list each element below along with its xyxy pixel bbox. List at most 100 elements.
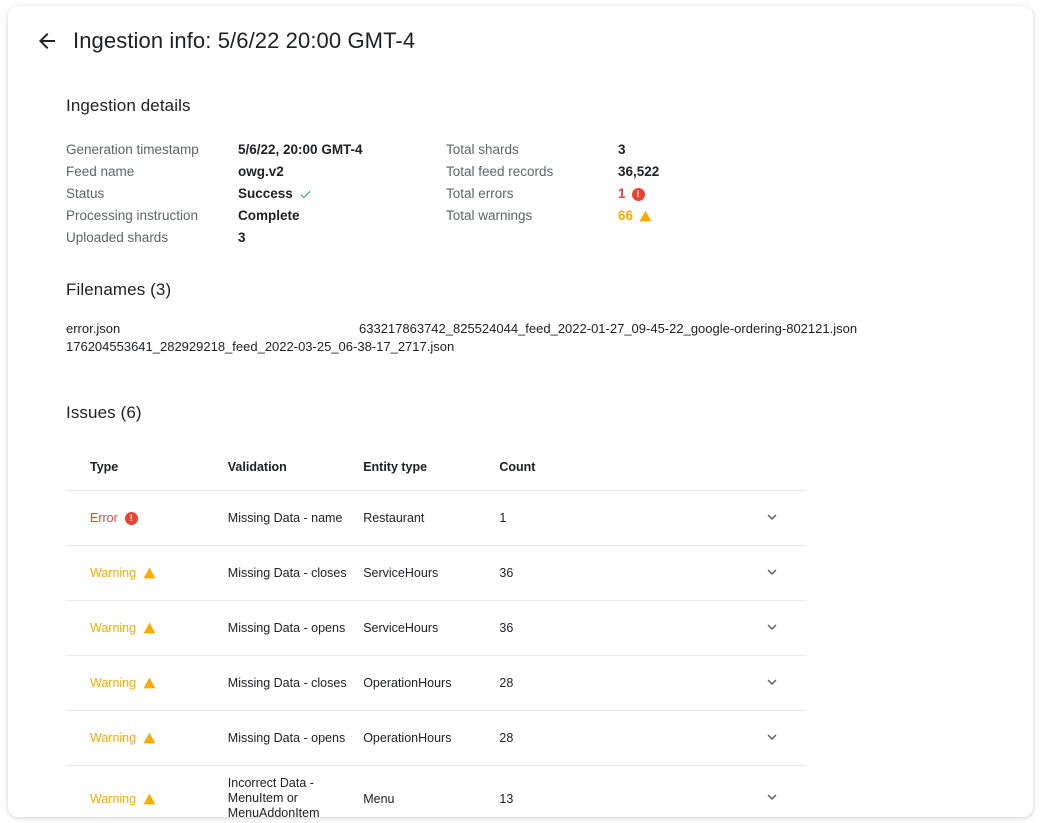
entity-type-cell: Restaurant — [363, 490, 500, 546]
entity-type-cell: ServiceHours — [363, 545, 500, 601]
chevron-down-icon — [763, 618, 781, 639]
type-label: Error — [90, 511, 118, 525]
count-cell: 36 — [499, 545, 738, 601]
type-cell: Warning — [90, 792, 228, 806]
page-header: Ingestion info: 5/6/22 20:00 GMT-4 — [8, 6, 1033, 76]
type-label: Warning — [90, 791, 137, 806]
detail-row-uploaded-shards: Uploaded shards 3 — [66, 227, 446, 249]
detail-value: Success — [238, 183, 312, 205]
detail-value: 3 — [618, 139, 626, 161]
type-cell: Warning — [90, 676, 228, 690]
detail-label: Total feed records — [446, 164, 554, 179]
table-row[interactable]: Warning Incorrect Data - MenuItem or Men… — [66, 765, 806, 817]
detail-value-text: Success — [238, 186, 293, 201]
detail-row-status: Status Success — [66, 183, 446, 205]
arrow-left-icon — [35, 29, 59, 53]
detail-label: Total shards — [446, 142, 519, 157]
entity-type-cell: OperationHours — [363, 655, 500, 711]
check-icon — [299, 188, 312, 201]
detail-value: 66 — [618, 205, 652, 227]
detail-value-text: 3 — [238, 230, 246, 245]
detail-row-generation-timestamp: Generation timestamp 5/6/22, 20:00 GMT-4 — [66, 139, 446, 161]
detail-value-text: 66 — [618, 208, 634, 223]
count-cell: 13 — [499, 765, 738, 817]
detail-value-text: 36,522 — [618, 164, 660, 179]
count-cell: 28 — [499, 710, 738, 766]
type-label: Warning — [90, 621, 137, 635]
detail-label: Processing instruction — [66, 208, 199, 223]
table-header-row: Type Validation Entity type Count — [66, 446, 806, 491]
expand-row-button[interactable] — [759, 725, 785, 751]
validation-cell: Missing Data - opens — [227, 710, 364, 766]
column-header-expand — [737, 446, 806, 491]
table-row[interactable]: Warning Missing Data - opens OperationHo… — [66, 710, 806, 766]
filenames-list: error.json 633217863742_825524044_feed_2… — [66, 320, 966, 356]
chevron-down-icon — [763, 673, 781, 694]
type-cell: Warning — [90, 621, 228, 635]
chevron-down-icon — [763, 508, 781, 529]
validation-cell: Incorrect Data - MenuItem or MenuAddonIt… — [227, 765, 364, 817]
filenames-heading: Filenames (3) — [66, 280, 172, 299]
back-button[interactable] — [30, 24, 64, 58]
table-row[interactable]: Warning Missing Data - opens ServiceHour… — [66, 600, 806, 656]
detail-value: 3 — [238, 227, 246, 249]
column-header-entity-type: Entity type — [363, 446, 500, 491]
type-label: Warning — [90, 676, 137, 690]
detail-value-text: Complete — [238, 208, 300, 223]
expand-row-button[interactable] — [759, 670, 785, 696]
type-cell: Warning — [90, 731, 228, 745]
expand-row-button[interactable] — [759, 615, 785, 641]
detail-value: 36,522 — [618, 161, 659, 183]
detail-label: Uploaded shards — [66, 230, 169, 245]
table-row[interactable]: Warning Missing Data - closes OperationH… — [66, 655, 806, 711]
type-label: Warning — [90, 731, 137, 745]
detail-value: 1 ! — [618, 183, 645, 205]
detail-row-processing-instruction: Processing instruction Complete — [66, 205, 446, 227]
warning-icon — [639, 210, 652, 222]
filename-item: error.json — [66, 321, 121, 336]
detail-value-text: 1 — [618, 186, 626, 201]
detail-row-total-warnings: Total warnings 66 — [446, 205, 826, 227]
column-header-type: Type — [66, 446, 228, 491]
column-header-count: Count — [499, 446, 738, 491]
ingestion-details-left-column: Generation timestamp 5/6/22, 20:00 GMT-4… — [66, 139, 446, 249]
validation-cell: Missing Data - opens — [227, 600, 364, 656]
detail-row-feed-name: Feed name owg.v2 — [66, 161, 446, 183]
detail-label: Feed name — [66, 164, 135, 179]
count-cell: 28 — [499, 655, 738, 711]
warning-icon — [143, 567, 156, 579]
detail-value: 5/6/22, 20:00 GMT-4 — [238, 139, 363, 161]
issues-heading: Issues (6) — [66, 403, 142, 422]
expand-row-button[interactable] — [759, 560, 785, 586]
expand-row-button[interactable] — [759, 786, 785, 812]
entity-type-cell: OperationHours — [363, 710, 500, 766]
table-row[interactable]: Warning Missing Data - closes ServiceHou… — [66, 545, 806, 601]
expand-row-button[interactable] — [759, 505, 785, 531]
chevron-down-icon — [763, 728, 781, 749]
ingestion-details-heading: Ingestion details — [66, 96, 191, 115]
warning-icon — [143, 622, 156, 634]
detail-label: Total warnings — [446, 208, 533, 223]
ingestion-details-right-column: Total shards 3 Total feed records 36,522… — [446, 139, 826, 249]
column-header-validation: Validation — [227, 446, 364, 491]
detail-label: Total errors — [446, 186, 514, 201]
ingestion-info-card: Ingestion info: 5/6/22 20:00 GMT-4 Inges… — [8, 6, 1033, 817]
entity-type-cell: Menu — [363, 765, 500, 817]
entity-type-cell: ServiceHours — [363, 600, 500, 656]
detail-value-text: owg.v2 — [238, 164, 284, 179]
detail-row-total-errors: Total errors 1 ! — [446, 183, 826, 205]
count-cell: 1 — [499, 490, 738, 546]
validation-cell: Missing Data - name — [227, 490, 364, 546]
error-icon: ! — [124, 511, 138, 525]
detail-value-text: 5/6/22, 20:00 GMT-4 — [238, 142, 363, 157]
detail-value: owg.v2 — [238, 161, 284, 183]
detail-row-total-feed-records: Total feed records 36,522 — [446, 161, 826, 183]
table-row[interactable]: Error ! Missing Data - name Restaurant 1 — [66, 490, 806, 546]
count-cell: 36 — [499, 600, 738, 656]
warning-icon — [143, 793, 156, 805]
detail-label: Generation timestamp — [66, 142, 199, 157]
validation-cell: Missing Data - closes — [227, 655, 364, 711]
warning-icon — [143, 732, 156, 744]
detail-value-text: 3 — [618, 142, 626, 157]
chevron-down-icon — [763, 563, 781, 584]
